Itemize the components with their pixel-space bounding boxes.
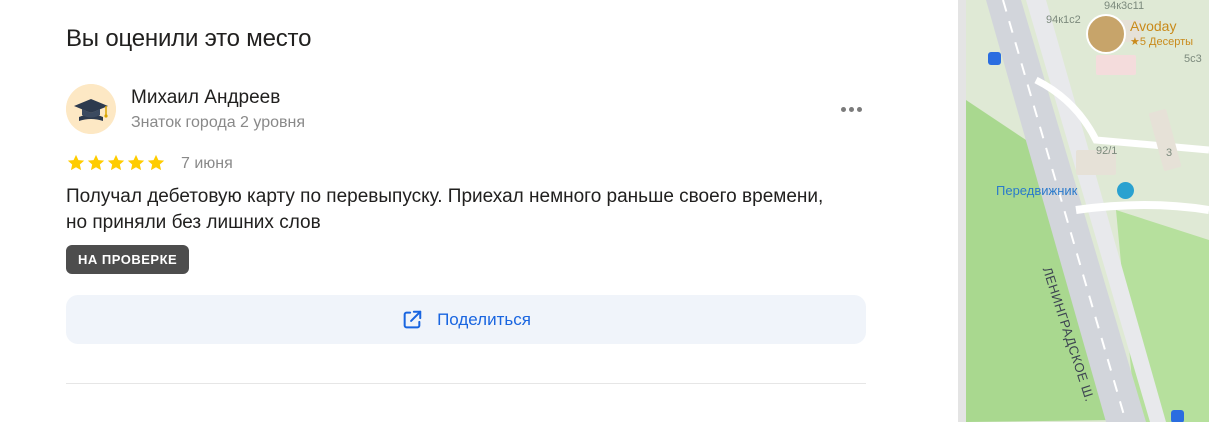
shopping-bag-icon[interactable] <box>1117 182 1134 199</box>
share-button[interactable]: Поделиться <box>66 295 866 344</box>
cafe-pin-icon[interactable] <box>1086 14 1126 54</box>
map-canvas[interactable] <box>966 0 1209 422</box>
star-icon <box>87 154 105 171</box>
avatar[interactable] <box>66 84 116 134</box>
share-icon <box>403 310 422 328</box>
star-icon <box>147 154 165 171</box>
review-date: 7 июня <box>181 155 233 172</box>
star-icon <box>67 154 85 171</box>
graduation-cap-icon <box>66 84 116 134</box>
author-level: Знаток города 2 уровня <box>131 114 306 131</box>
map-building-label: 94к3с11 <box>1104 0 1145 12</box>
more-dots-icon <box>848 106 854 112</box>
star-icon <box>127 154 145 171</box>
divider <box>66 383 866 384</box>
cafe-name[interactable]: Avoday <box>1130 18 1176 34</box>
map-view[interactable]: 94к3с11 94к1с2 5с3 92/1 3 Avoday ★5 Десе… <box>958 0 1209 422</box>
map-building-label: 5с3 <box>1184 53 1202 65</box>
more-dots-icon <box>840 106 846 112</box>
rating-stars <box>66 153 166 173</box>
status-badge: НА ПРОВЕРКЕ <box>66 245 190 274</box>
transit-stop-icon[interactable] <box>988 52 1001 65</box>
map-building-label: 3 <box>1166 147 1173 159</box>
transit-stop-icon[interactable] <box>1171 410 1184 422</box>
section-title: Вы оценили это место <box>66 25 312 52</box>
map-building-label: 94к1с2 <box>1046 14 1081 26</box>
more-options-button[interactable] <box>834 97 868 121</box>
star-icon <box>107 154 125 171</box>
review-text: Получал дебетовую карту по перевыпуску. … <box>66 186 824 233</box>
map-building-label: 92/1 <box>1096 145 1118 157</box>
cafe-rating: ★5 Десерты <box>1130 36 1194 48</box>
review-panel: Вы оценили это место Михаил Андреев Знат… <box>0 0 958 422</box>
author-name[interactable]: Михаил Андреев <box>131 87 280 109</box>
share-label: Поделиться <box>437 309 531 329</box>
poi-name[interactable]: Передвижник <box>996 183 1077 198</box>
more-dots-icon <box>856 106 862 112</box>
